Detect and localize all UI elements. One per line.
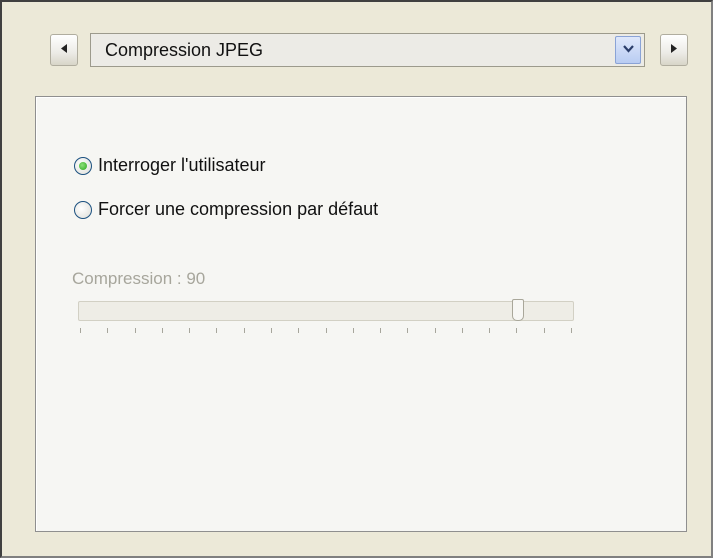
slider-tick [270, 328, 272, 333]
slider-tick [407, 328, 409, 333]
slider-tick [80, 328, 81, 333]
right-arrow-icon [670, 44, 678, 56]
slider-tick [243, 328, 245, 333]
slider-tick [434, 328, 436, 333]
option-ask-user[interactable]: Interroger l'utilisateur [74, 155, 266, 176]
option-force-default[interactable]: Forcer une compression par défaut [74, 199, 378, 220]
slider-tick [107, 328, 109, 333]
slider-tick [461, 328, 463, 333]
slider-tick [189, 328, 191, 333]
slider-tick [216, 328, 218, 333]
slider-tick [325, 328, 327, 333]
slider-tick [298, 328, 300, 333]
slider-tick [161, 328, 163, 333]
slider-ticks [80, 328, 572, 334]
left-arrow-icon [60, 44, 68, 56]
option-label: Interroger l'utilisateur [98, 155, 266, 175]
next-button[interactable] [660, 34, 688, 66]
option-label: Forcer une compression par défaut [98, 199, 379, 219]
compression-slider-track [78, 301, 574, 321]
previous-button[interactable] [50, 34, 78, 66]
slider-tick [489, 328, 491, 333]
settings-panel: Interroger l'utilisateur Forcer une comp… [35, 96, 687, 532]
compression-label: Compression : 90 [72, 269, 206, 288]
radio-button-icon[interactable] [74, 200, 92, 219]
slider-tick [543, 328, 545, 333]
format-combobox[interactable]: Compression JPEG [90, 33, 645, 67]
combo-selected-value: Compression JPEG [105, 39, 264, 60]
slider-tick [516, 328, 518, 333]
slider-tick [352, 328, 354, 333]
slider-tick [134, 328, 136, 333]
slider-tick [571, 328, 572, 333]
slider-tick [380, 328, 382, 333]
chevron-down-icon [622, 44, 634, 56]
dropdown-button[interactable] [615, 36, 641, 64]
compression-slider-thumb [511, 299, 524, 321]
radio-button-icon[interactable] [74, 156, 92, 175]
